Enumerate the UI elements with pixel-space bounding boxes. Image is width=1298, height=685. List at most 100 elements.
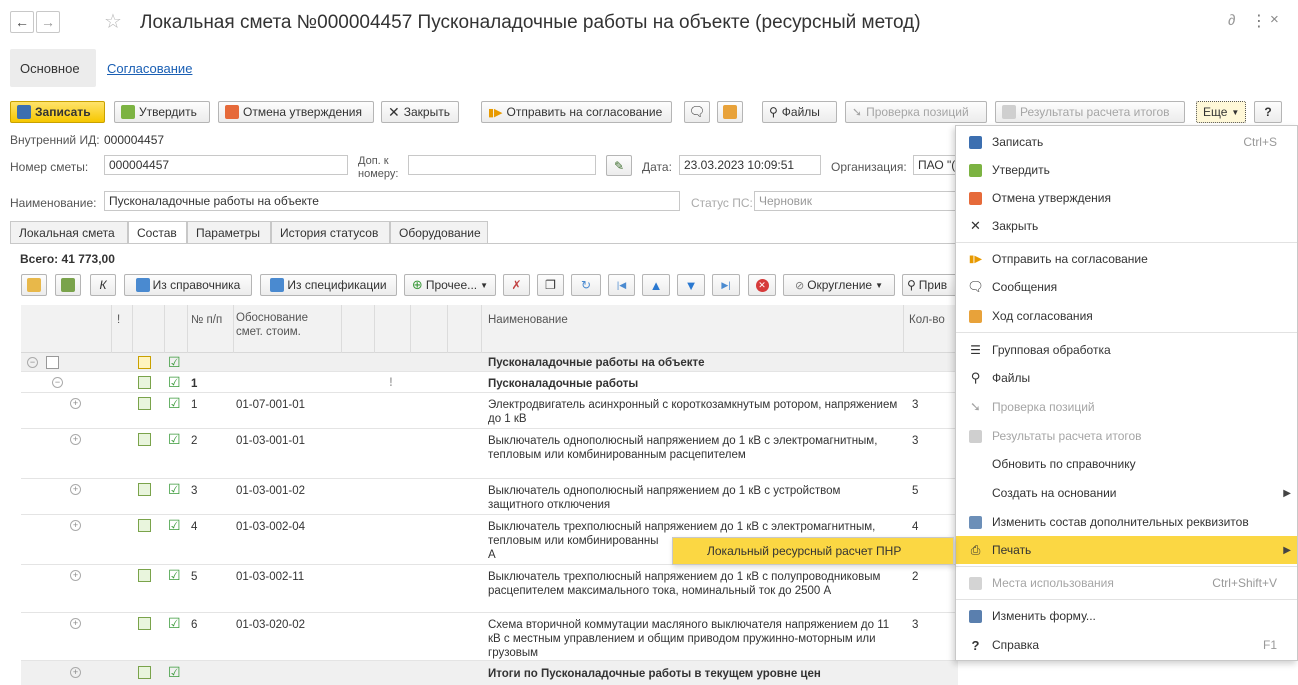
menu-item-help[interactable]: ? Справка F1 xyxy=(956,631,1297,659)
send-for-approval-button[interactable]: ▮▶ Отправить на согласование xyxy=(481,101,672,123)
approve-button[interactable]: Утвердить xyxy=(114,101,210,123)
add-row-button[interactable] xyxy=(55,274,81,296)
col-name[interactable]: Наименование xyxy=(488,313,568,327)
tab-parameters[interactable]: Параметры xyxy=(187,221,271,243)
table-row[interactable]: + ☑ 3 01-03-001-02 Выключатель однополюс… xyxy=(21,479,958,515)
checkbox-checked-icon[interactable]: ☑ xyxy=(168,432,181,446)
form-tab-approval[interactable]: Согласование xyxy=(107,61,192,76)
menu-item-send-for-approval[interactable]: ▮▶ Отправить на согласование xyxy=(956,245,1297,273)
expand-icon[interactable]: + xyxy=(70,434,81,445)
checkbox-checked-icon[interactable]: ☑ xyxy=(168,375,181,389)
menu-item-workflow[interactable]: Ход согласования xyxy=(956,302,1297,330)
estimate-number-field[interactable]: 000004457 xyxy=(104,155,348,175)
expand-icon[interactable]: + xyxy=(70,484,81,495)
refresh-button[interactable]: ↻ xyxy=(571,274,601,296)
table-row[interactable]: + ☑ 5 01-03-002-11 Выключатель трехполюс… xyxy=(21,565,958,613)
menu-item-cancel-approval[interactable]: Отмена утверждения xyxy=(956,184,1297,212)
col-quantity[interactable]: Кол-во xyxy=(909,313,945,327)
row-select-box[interactable] xyxy=(46,356,59,369)
messages-button[interactable]: 🗨 xyxy=(684,101,710,123)
files-button[interactable]: ⚲ Файлы xyxy=(762,101,837,123)
checkbox-checked-icon[interactable]: ☑ xyxy=(168,396,181,410)
close-icon: ✕ xyxy=(970,218,981,233)
expand-icon[interactable]: + xyxy=(70,618,81,629)
expand-icon[interactable]: + xyxy=(70,520,81,531)
date-field[interactable]: 23.03.2023 10:09:51 xyxy=(679,155,821,175)
move-down-button[interactable]: ▼ xyxy=(677,274,705,296)
expand-icon[interactable]: + xyxy=(70,398,81,409)
move-last-button[interactable]: ▶| xyxy=(712,274,740,296)
coefficient-button[interactable]: К xyxy=(90,274,116,296)
table-row[interactable]: − ☑ 1 ! Пусконаладочные работы xyxy=(21,372,958,393)
menu-item-calculation-results[interactable]: Результаты расчета итогов xyxy=(956,422,1297,450)
forward-button[interactable]: → xyxy=(36,11,60,33)
menu-item-check-positions[interactable]: ➘ Проверка позиций xyxy=(956,393,1297,421)
menu-item-approve[interactable]: Утвердить xyxy=(956,156,1297,184)
menu-item-usage-places[interactable]: Места использования Ctrl+Shift+V xyxy=(956,569,1297,597)
cancel-approval-button[interactable]: Отмена утверждения xyxy=(218,101,374,123)
help-button[interactable]: ? xyxy=(1254,101,1282,123)
menu-item-messages[interactable]: 🗨 Сообщения xyxy=(956,273,1297,301)
menu-item-group-processing[interactable]: ☰ Групповая обработка xyxy=(956,336,1297,364)
checkbox-checked-icon[interactable]: ☑ xyxy=(168,665,181,679)
tab-composition[interactable]: Состав xyxy=(128,221,187,244)
table-row[interactable]: + ☑ 2 01-03-001-01 Выключатель однополюс… xyxy=(21,429,958,479)
expand-icon[interactable]: + xyxy=(70,667,81,678)
collapse-icon[interactable]: − xyxy=(52,377,63,388)
more-button[interactable]: Еще ▼ xyxy=(1196,101,1246,123)
link-icon[interactable]: ∂ xyxy=(1228,12,1235,29)
menu-item-print[interactable]: ⎙ Печать ▶ xyxy=(956,536,1297,564)
col-basis-1[interactable]: Обоснование xyxy=(236,311,308,325)
menu-item-close[interactable]: ✕ Закрыть xyxy=(956,212,1297,240)
delete-button[interactable]: ✕ xyxy=(748,274,776,296)
specification-icon xyxy=(270,278,285,292)
print-submenu-item-local-resource-calc[interactable]: Локальный ресурсный расчет ПНР xyxy=(672,537,954,565)
menu-item-create-based-on[interactable]: Создать на основании ▶ xyxy=(956,479,1297,507)
menu-item-save[interactable]: Записать Ctrl+S xyxy=(956,128,1297,156)
collapse-icon[interactable]: − xyxy=(27,357,38,368)
col-exclamation[interactable]: ! xyxy=(117,313,120,327)
pick-number-button[interactable]: ✎ xyxy=(606,155,632,176)
tab-status-history[interactable]: История статусов xyxy=(271,221,390,243)
save-button[interactable]: Записать xyxy=(10,101,105,123)
back-button[interactable]: ← xyxy=(10,11,34,33)
table-row[interactable]: − ☑ Пусконаладочные работы на объекте xyxy=(21,353,958,372)
tab-equipment[interactable]: Оборудование xyxy=(390,221,488,243)
menu-item-update-from-reference[interactable]: Обновить по справочнику xyxy=(956,450,1297,478)
window-close-icon[interactable]: × xyxy=(1270,11,1279,28)
checkbox-checked-icon[interactable]: ☑ xyxy=(168,616,181,630)
favorite-star-icon[interactable]: ☆ xyxy=(104,9,122,34)
exclude-button[interactable]: ✗ xyxy=(503,274,530,296)
status-field[interactable]: Черновик xyxy=(754,191,958,211)
tab-local-estimate[interactable]: Локальная смета xyxy=(10,221,128,243)
copy-button[interactable]: ❐ xyxy=(537,274,564,296)
name-field[interactable]: Пусконаладочные работы на объекте xyxy=(104,191,680,211)
menu-item-additional-attributes[interactable]: Изменить состав дополнительных реквизито… xyxy=(956,508,1297,536)
more-vertical-icon[interactable]: ⋮ xyxy=(1251,11,1267,31)
move-first-button[interactable]: |◀ xyxy=(608,274,635,296)
from-specification-button[interactable]: Из спецификации xyxy=(260,274,397,296)
table-row[interactable]: + ☑ 1 01-07-001-01 Электродвигатель асин… xyxy=(21,393,958,429)
workflow-button[interactable] xyxy=(717,101,743,123)
move-up-button[interactable]: ▲ xyxy=(642,274,670,296)
addnum-field[interactable] xyxy=(408,155,596,175)
checkbox-checked-icon[interactable]: ☑ xyxy=(168,355,181,369)
table-row[interactable]: + ☑ Итоги по Пусконаладочные работы в те… xyxy=(21,661,958,685)
close-button[interactable]: ✕ Закрыть xyxy=(381,101,459,123)
rounding-button[interactable]: ⊘ Округление ▼ xyxy=(783,274,895,296)
add-folder-button[interactable] xyxy=(21,274,47,296)
check-positions-button[interactable]: ➘ Проверка позиций xyxy=(845,101,987,123)
checkbox-checked-icon[interactable]: ☑ xyxy=(168,568,181,582)
attach-button[interactable]: ⚲ Прив xyxy=(902,274,958,296)
organization-field[interactable]: ПАО "( xyxy=(913,155,957,175)
other-button[interactable]: ⊕ Прочее... ▼ xyxy=(404,274,496,296)
calculation-results-button[interactable]: Результаты расчета итогов xyxy=(995,101,1185,123)
from-reference-button[interactable]: Из справочника xyxy=(124,274,252,296)
menu-item-files[interactable]: ⚲ Файлы xyxy=(956,364,1297,392)
checkbox-checked-icon[interactable]: ☑ xyxy=(168,518,181,532)
col-number[interactable]: № п/п xyxy=(191,313,222,327)
expand-icon[interactable]: + xyxy=(70,570,81,581)
checkbox-checked-icon[interactable]: ☑ xyxy=(168,482,181,496)
menu-item-change-form[interactable]: Изменить форму... xyxy=(956,602,1297,630)
table-row[interactable]: + ☑ 6 01-03-020-02 Схема вторичной комму… xyxy=(21,613,958,661)
